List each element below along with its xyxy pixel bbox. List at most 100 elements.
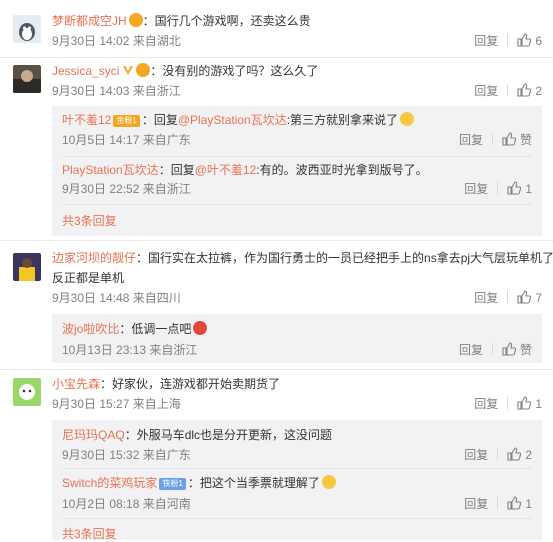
comment-text: ：把这个当季票就理解了 bbox=[187, 476, 320, 490]
comment-line: Switch的菜鸡玩家 铁粉1 ：把这个当季票就理解了 bbox=[62, 475, 336, 491]
like-button[interactable]: 赞 bbox=[502, 132, 532, 147]
thumbs-up-icon bbox=[517, 83, 532, 97]
sub-comment: 尼玛玛QAQ：外服马车dlc也是分开更新，这没问题 9月30日 15:32 来自… bbox=[52, 420, 542, 468]
comment-text: ：外服马车dlc也是分开更新，这没问题 bbox=[124, 428, 333, 442]
reply-button[interactable]: 回复 bbox=[464, 497, 488, 511]
avatar-image bbox=[13, 378, 41, 406]
comment-meta: 9月30日 14:03 来自浙江 bbox=[52, 84, 181, 98]
divider bbox=[62, 518, 532, 519]
comment-line: 叶不羞12 金粉1 ：回复@PlayStation瓦坎达:第三方就别拿来说了 bbox=[62, 112, 415, 128]
divider bbox=[62, 204, 532, 205]
sub-comment: PlayStation瓦坎达：回复@叶不羞12:有的。波西亚时光拿到版号了。 9… bbox=[52, 156, 542, 204]
like-button[interactable]: 1 bbox=[517, 396, 542, 411]
username-link[interactable]: 梦断都成空JH bbox=[52, 14, 127, 28]
comment-line: 尼玛玛QAQ：外服马车dlc也是分开更新，这没问题 bbox=[62, 427, 332, 443]
thumbs-up-icon bbox=[517, 33, 532, 47]
comment-line: 梦断都成空JH ：国行几个游戏啊，还卖这么贵 bbox=[52, 13, 311, 29]
comment-line: 边家河坝的靓仔：国行实在太拉裤，作为国行勇士的一员已经把手上的ns拿去pj大气层… bbox=[52, 250, 553, 266]
comment-line: 波jo啦吹比：低调一点吧 bbox=[62, 321, 208, 337]
mention-link[interactable]: @PlayStation瓦坎达 bbox=[178, 113, 287, 127]
avatar[interactable] bbox=[13, 65, 41, 93]
comment-text: ：国行实在太拉裤，作为国行勇士的一员已经把手上的ns拿去pj大气层玩单机了， bbox=[136, 251, 553, 265]
comment-text: ：没有别的游戏了吗？这么久了 bbox=[150, 64, 319, 78]
fan-badge: 铁粉1 bbox=[159, 478, 186, 490]
comment-meta: 9月30日 14:48 来自四川 bbox=[52, 291, 181, 305]
reply-button[interactable]: 回复 bbox=[474, 397, 498, 411]
comment-actions: 回复 1 bbox=[474, 396, 542, 412]
vip-emoji-icon bbox=[136, 63, 151, 77]
avatar[interactable] bbox=[13, 378, 41, 406]
reply-button[interactable]: 回复 bbox=[474, 34, 498, 48]
fan-badge: 金粉1 bbox=[113, 115, 140, 127]
avatar[interactable] bbox=[13, 253, 41, 281]
more-replies-link[interactable]: 共3条回复 bbox=[62, 213, 117, 229]
verified-v-icon bbox=[123, 66, 134, 75]
username-link[interactable]: Switch的菜鸡玩家 bbox=[62, 476, 157, 490]
divider bbox=[497, 182, 499, 194]
divider bbox=[507, 291, 509, 303]
divider bbox=[497, 448, 499, 460]
reply-list: 波jo啦吹比：低调一点吧 10月13日 23:13 来自浙江 回复 赞 bbox=[52, 314, 542, 363]
reply-button[interactable]: 回复 bbox=[464, 182, 488, 196]
thumbs-up-icon bbox=[507, 181, 522, 195]
divider bbox=[497, 497, 499, 509]
comment-actions: 回复 1 bbox=[464, 181, 532, 197]
comment-actions: 回复 7 bbox=[474, 290, 542, 306]
username-link[interactable]: 叶不羞12 bbox=[62, 113, 111, 127]
username-link[interactable]: PlayStation瓦坎达 bbox=[62, 163, 159, 177]
divider bbox=[491, 343, 493, 355]
emoji-icon bbox=[400, 112, 415, 126]
comment-actions: 回复 1 bbox=[464, 496, 532, 512]
like-button[interactable]: 赞 bbox=[502, 342, 532, 357]
comment-meta: 9月30日 15:27 来自上海 bbox=[52, 397, 181, 411]
username-link[interactable]: 尼玛玛QAQ bbox=[62, 428, 125, 442]
comment-meta: 10月2日 08:18 来自河南 bbox=[62, 497, 191, 511]
comment-meta: 9月30日 22:52 来自浙江 bbox=[62, 182, 191, 196]
like-count: 1 bbox=[535, 397, 542, 411]
avatar[interactable] bbox=[13, 15, 41, 43]
username-link[interactable]: 小宝先森 bbox=[52, 377, 100, 391]
reply-button[interactable]: 回复 bbox=[459, 343, 483, 357]
comment-text: :第三方就别拿来说了 bbox=[286, 113, 399, 127]
thumbs-up-icon bbox=[507, 447, 522, 461]
like-count: 7 bbox=[535, 291, 542, 305]
emoji-icon bbox=[193, 321, 208, 335]
thumbs-up-icon bbox=[517, 290, 532, 304]
like-count: 6 bbox=[535, 34, 542, 48]
comment-text-continued: 反正都是单机 bbox=[52, 271, 125, 285]
comment-actions: 回复 2 bbox=[464, 447, 532, 463]
divider bbox=[507, 397, 509, 409]
like-button[interactable]: 7 bbox=[517, 290, 542, 305]
sub-comment: Switch的菜鸡玩家 铁粉1 ：把这个当季票就理解了 10月2日 08:18 来自… bbox=[52, 468, 542, 518]
mention-link[interactable]: @叶不羞12 bbox=[195, 163, 257, 177]
comment-actions: 回复 2 bbox=[474, 83, 542, 99]
reply-button[interactable]: 回复 bbox=[474, 84, 498, 98]
username-link[interactable]: 边家河坝的靓仔 bbox=[52, 251, 136, 265]
like-button[interactable]: 6 bbox=[517, 33, 542, 48]
vip-emoji-icon bbox=[128, 13, 143, 27]
like-button[interactable]: 2 bbox=[507, 447, 532, 462]
comment-meta: 9月30日 15:32 来自广东 bbox=[62, 448, 191, 462]
comment-meta: 10月5日 14:17 来自广东 bbox=[62, 133, 191, 147]
thumbs-up-icon bbox=[507, 496, 522, 510]
avatar-image bbox=[13, 65, 41, 93]
comment-actions: 回复 赞 bbox=[459, 132, 532, 148]
comment-item: 边家河坝的靓仔：国行实在太拉裤，作为国行勇士的一员已经把手上的ns拿去pj大气层… bbox=[0, 241, 553, 365]
username-link[interactable]: Jessica_syci bbox=[52, 64, 119, 78]
reply-button[interactable]: 回复 bbox=[464, 448, 488, 462]
like-count: 赞 bbox=[519, 133, 532, 147]
comment-text: ：回复 bbox=[141, 113, 178, 127]
username-link[interactable]: 波jo啦吹比 bbox=[62, 322, 119, 336]
comment-text: ：国行几个游戏啊，还卖这么贵 bbox=[142, 14, 311, 28]
like-button[interactable]: 1 bbox=[507, 496, 532, 511]
like-button[interactable]: 2 bbox=[517, 83, 542, 98]
reply-button[interactable]: 回复 bbox=[474, 291, 498, 305]
reply-list: 尼玛玛QAQ：外服马车dlc也是分开更新，这没问题 9月30日 15:32 来自… bbox=[52, 420, 542, 541]
reply-button[interactable]: 回复 bbox=[459, 133, 483, 147]
divider bbox=[507, 34, 509, 46]
like-count: 1 bbox=[525, 182, 532, 196]
comment-line: 小宝先森：好家伙，连游戏都开始卖期货了 bbox=[52, 376, 280, 392]
like-button[interactable]: 1 bbox=[507, 181, 532, 196]
comment-meta: 9月30日 14:02 来自湖北 bbox=[52, 34, 181, 48]
comment-text: ：好家伙，连游戏都开始卖期货了 bbox=[100, 377, 281, 391]
